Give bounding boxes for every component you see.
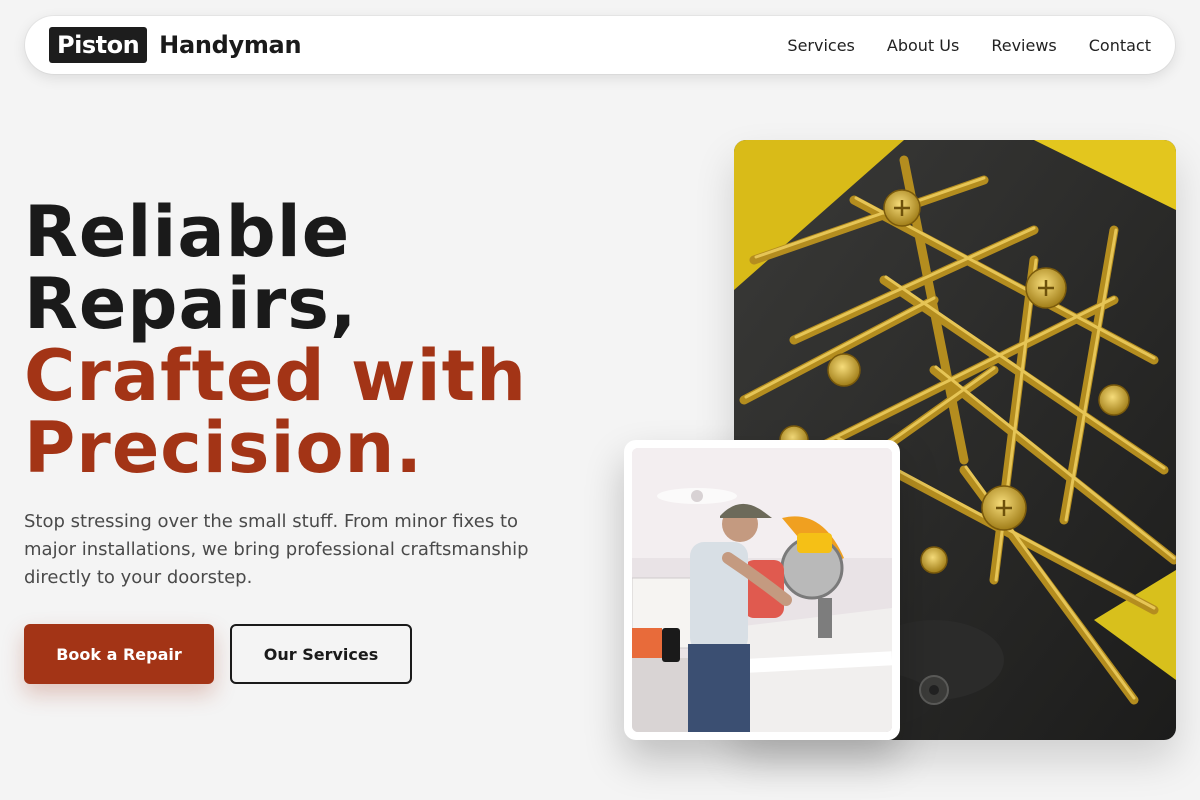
headline-line-4: Precision. [24, 407, 423, 489]
brand-logo-box: Piston [49, 27, 148, 63]
brand-logo[interactable]: Piston Handyman [49, 27, 302, 63]
headline-line-1: Reliable [24, 191, 351, 273]
nav-link-reviews[interactable]: Reviews [991, 36, 1056, 55]
hero-headline: Reliable Repairs, Crafted with Precision… [24, 196, 604, 484]
hero-subtitle: Stop stressing over the small stuff. Fro… [24, 511, 529, 588]
nav-link-about-us[interactable]: About Us [887, 36, 959, 55]
nav-link-contact[interactable]: Contact [1089, 36, 1151, 55]
worker-photo-card [624, 440, 900, 740]
nav-links: Services About Us Reviews Contact [787, 36, 1151, 55]
book-repair-button[interactable]: Book a Repair [24, 624, 214, 684]
headline-line-2: Repairs, [24, 263, 358, 345]
nav-link-services[interactable]: Services [787, 36, 854, 55]
worker-photo [632, 448, 892, 732]
top-navbar: Piston Handyman Services About Us Review… [25, 16, 1175, 74]
headline-line-3: Crafted with [24, 335, 527, 417]
our-services-button[interactable]: Our Services [230, 624, 412, 684]
brand-logo-name: Handyman [159, 31, 302, 59]
